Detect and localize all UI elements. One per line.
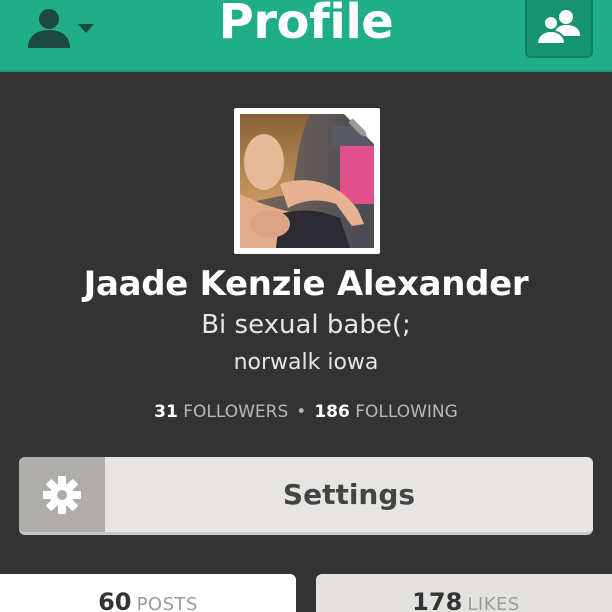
gear-icon xyxy=(43,475,81,514)
following-link[interactable]: 186 FOLLOWING xyxy=(314,402,458,422)
page-title: Profile xyxy=(218,0,394,50)
stats-separator: • xyxy=(296,402,307,422)
settings-label: Settings xyxy=(282,478,416,511)
posts-label: POSTS xyxy=(136,594,198,612)
tab-posts[interactable]: 60 POSTS xyxy=(0,574,296,612)
friends-button[interactable] xyxy=(525,0,593,58)
likes-label: LIKES xyxy=(467,594,520,612)
followers-link[interactable]: 31 FOLLOWERS xyxy=(154,402,288,422)
pencil-icon[interactable] xyxy=(342,112,376,146)
profile-bio: Bi sexual babe(; xyxy=(201,310,411,340)
following-count: 186 xyxy=(314,402,350,422)
posts-count: 60 xyxy=(98,588,132,612)
following-label: FOLLOWING xyxy=(355,402,458,422)
settings-icon-box xyxy=(19,457,105,532)
followers-label: FOLLOWERS xyxy=(183,402,289,422)
followers-count: 31 xyxy=(154,402,178,422)
settings-button[interactable]: Settings xyxy=(19,457,593,535)
avatar[interactable] xyxy=(234,108,380,254)
friends-icon xyxy=(535,10,580,45)
profile-name: Jaade Kenzie Alexander xyxy=(83,264,529,304)
top-bar: Profile xyxy=(0,0,612,72)
likes-count: 178 xyxy=(412,588,463,612)
follow-stats: 31 FOLLOWERS • 186 FOLLOWING xyxy=(0,402,612,422)
tab-likes[interactable]: 178 LIKES xyxy=(316,574,612,612)
profile-location: norwalk iowa xyxy=(233,350,379,375)
